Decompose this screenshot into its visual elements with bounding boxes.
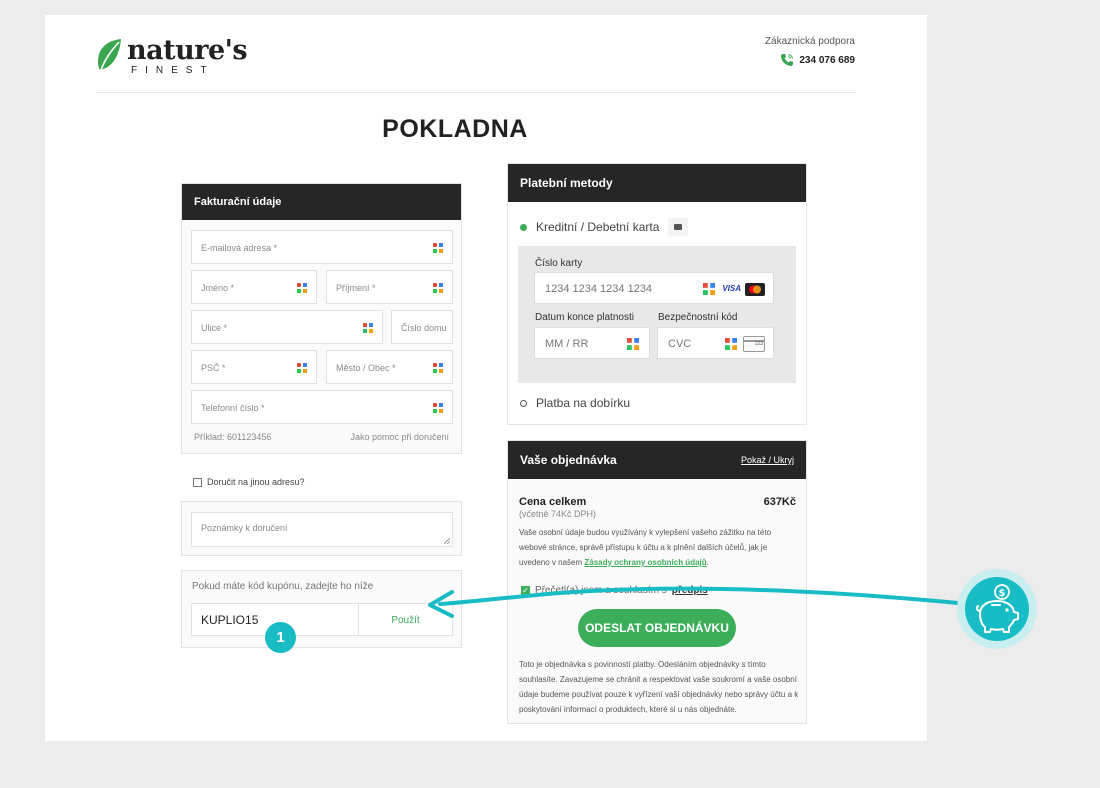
card-number-label: Číslo karty (535, 258, 583, 269)
leaf-icon (97, 39, 121, 71)
cvc-label: Bezpečnostní kód (658, 312, 738, 323)
submit-order-button[interactable]: ODESLAT OBJEDNÁVKU (578, 609, 736, 647)
cvc-placeholder: CVC (668, 338, 692, 350)
ship-other-label: Doručit na jinou adresu? (207, 477, 305, 487)
phone-example: Příklad: 601123456 (194, 432, 272, 442)
cvc-input[interactable]: CVC 123 (657, 327, 774, 359)
customer-support: Zákaznická podpora 234 076 689 (765, 36, 855, 67)
privacy-text: Vaše osobní údaje budou využívány k vyle… (519, 528, 772, 567)
brand-sub: FINEST (131, 65, 215, 76)
terms-checkbox[interactable]: ✓ (521, 586, 530, 595)
card-radio[interactable] (520, 223, 527, 231)
step-badge: 1 (265, 622, 296, 653)
order-disclaimer: Toto je objednávka s povinností platby. … (519, 660, 799, 714)
billing-title: Fakturační údaje (182, 184, 461, 220)
email-field[interactable]: E-mailová adresa * (191, 230, 453, 264)
notes-panel: Poznámky k doručení (181, 501, 462, 556)
apply-coupon-button[interactable]: Použít (358, 603, 453, 636)
coupon-panel: Pokud máte kód kupónu, zadejte ho níže K… (181, 570, 462, 648)
svg-text:$: $ (999, 588, 1006, 599)
billing-panel: Fakturační údaje E-mailová adresa * Jmén… (181, 183, 462, 454)
zip-placeholder: PSČ * (201, 363, 226, 373)
page-title: POKLADNA (382, 115, 528, 143)
payment-panel: Platební metody Kreditní / Debetní karta… (507, 163, 807, 425)
phone-icon (781, 53, 794, 66)
piggy-bank-coin-icon: $ (975, 584, 1019, 633)
zip-field[interactable]: PSČ * (191, 350, 317, 384)
checkout-page: nature's FINEST Zákaznická podpora 234 0… (45, 15, 927, 741)
coupon-label: Pokud máte kód kupónu, zadejte ho níže (192, 581, 374, 592)
resize-handle-icon[interactable] (444, 538, 450, 544)
visa-icon: VISA (722, 284, 741, 293)
ship-other-checkbox[interactable] (193, 477, 202, 487)
last-name-field[interactable]: Příjmení * (326, 270, 453, 304)
notes-placeholder: Poznámky k doručení (201, 523, 288, 533)
first-name-placeholder: Jméno * (201, 283, 235, 293)
email-placeholder: E-mailová adresa * (201, 243, 278, 253)
street-field[interactable]: Ulice * (191, 310, 383, 344)
terms-link[interactable]: předpis (672, 585, 708, 596)
expiry-label: Datum konce platnosti (535, 312, 634, 323)
terms-agreement[interactable]: ✓ Přečetl(a) jsem a souhlasím s předpis (521, 585, 708, 596)
cod-option-label: Platba na dobírku (536, 396, 631, 410)
mastercard-icon (745, 283, 765, 296)
card-form: Číslo karty 1234 1234 1234 1234 VISA Dat… (518, 246, 796, 383)
header-divider (95, 92, 856, 93)
card-number-placeholder: 1234 1234 1234 1234 (545, 283, 653, 295)
order-title: Vaše objednávka (520, 453, 617, 467)
autofill-icon (433, 243, 443, 253)
privacy-policy-link[interactable]: Zásady ochrany osobních údajů (584, 558, 706, 567)
autofill-icon (297, 363, 307, 373)
coupon-value: KUPLIO15 (201, 613, 259, 627)
brand-name: nature's (127, 35, 248, 66)
first-name-field[interactable]: Jméno * (191, 270, 317, 304)
cod-option[interactable]: Platba na dobírku (520, 396, 630, 410)
autofill-icon (725, 338, 737, 350)
autofill-icon (433, 403, 443, 413)
card-option[interactable]: Kreditní / Debetní karta (520, 218, 689, 236)
payment-title: Platební metody (508, 164, 806, 202)
order-panel: Vaše objednávka Pokaž / Ukryj Cena celke… (507, 440, 807, 724)
autofill-icon (433, 363, 443, 373)
card-icon (668, 218, 689, 236)
cod-radio[interactable] (520, 399, 527, 407)
autofill-icon (297, 283, 307, 293)
terms-label: Přečetl(a) jsem a souhlasím s (535, 585, 667, 596)
support-phone-number: 234 076 689 (799, 54, 855, 66)
card-number-input[interactable]: 1234 1234 1234 1234 VISA (534, 272, 774, 304)
delivery-notes-textarea[interactable]: Poznámky k doručení (191, 512, 453, 547)
autofill-icon (363, 323, 373, 333)
autofill-icon (627, 338, 639, 350)
total-value: 637Kč (763, 496, 796, 508)
house-number-field[interactable]: Číslo domu (391, 310, 453, 344)
support-phone[interactable]: 234 076 689 (765, 53, 855, 67)
vat-note: (včetně 74Kč DPH) (519, 509, 597, 519)
expiry-input[interactable]: MM / RR (534, 327, 650, 359)
total-label: Cena celkem (519, 496, 587, 508)
expiry-placeholder: MM / RR (545, 338, 589, 350)
toggle-order-link[interactable]: Pokaž / Ukryj (741, 441, 794, 479)
house-number-placeholder: Číslo domu (401, 323, 447, 333)
autofill-icon (703, 283, 715, 295)
phone-placeholder: Telefonní číslo * (201, 403, 265, 413)
cvc-card-icon: 123 (743, 336, 765, 352)
last-name-placeholder: Příjmení * (336, 283, 376, 293)
street-placeholder: Ulice * (201, 323, 228, 333)
cvc-digits: 123 (754, 341, 763, 347)
city-placeholder: Město / Obec * (336, 363, 396, 373)
brand-logo[interactable]: nature's FINEST (95, 35, 255, 77)
order-header: Vaše objednávka Pokaž / Ukryj (508, 441, 806, 479)
phone-field[interactable]: Telefonní číslo * (191, 390, 453, 424)
support-label: Zákaznická podpora (764, 36, 855, 47)
autofill-icon (433, 283, 443, 293)
ship-other-address[interactable]: Doručit na jinou adresu? (193, 477, 305, 487)
savings-badge: $ (957, 569, 1037, 649)
card-option-label: Kreditní / Debetní karta (536, 220, 660, 234)
apply-coupon-label: Použít (391, 615, 420, 626)
phone-note: Jako pomoc při doručení (350, 432, 449, 442)
city-field[interactable]: Město / Obec * (326, 350, 453, 384)
